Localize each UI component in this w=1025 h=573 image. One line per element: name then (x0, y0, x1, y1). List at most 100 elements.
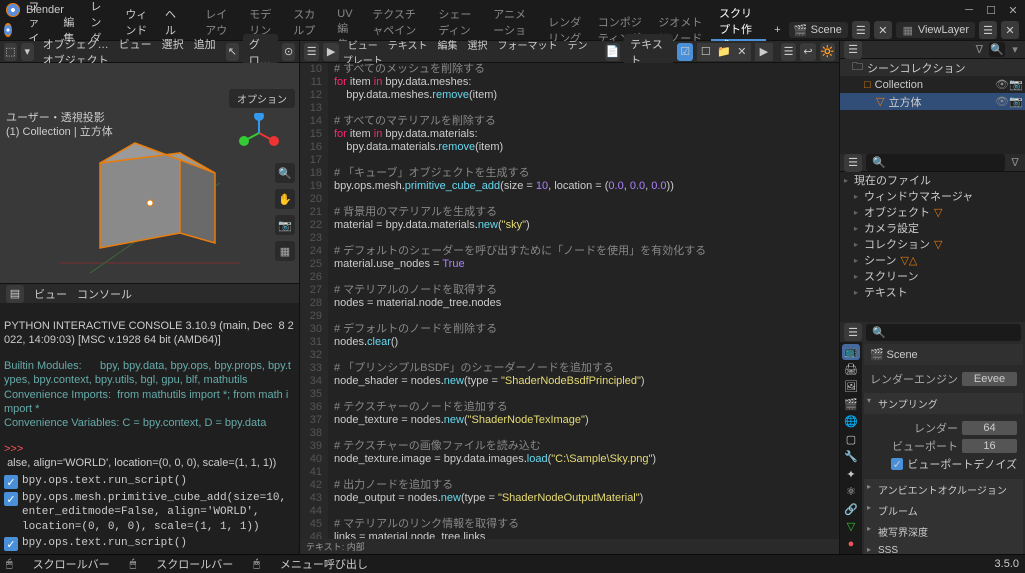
datablock-item[interactable]: カメラ設定 (840, 220, 1025, 236)
workspace-tab[interactable]: スクリプト作成 (711, 20, 766, 41)
camera-icon[interactable]: 📷 (275, 215, 295, 235)
render-samples[interactable]: 64 (962, 421, 1017, 435)
datablock-item[interactable]: オブジェクト ▽ (840, 204, 1025, 220)
status-menu: メニュー呼び出し (280, 556, 368, 572)
current-file[interactable]: 現在のファイル (840, 172, 1025, 188)
maximize-button[interactable]: ☐ (985, 4, 997, 16)
blender-icon[interactable] (4, 23, 12, 37)
viewlayer-delete-button[interactable]: ✕ (1001, 21, 1019, 39)
outliner-item[interactable]: □Collection👁📷 (840, 76, 1025, 93)
datablock-item[interactable]: ウィンドウマネージャ (840, 188, 1025, 204)
editor-type-3d[interactable]: ⬚ (4, 43, 17, 61)
props-panel[interactable]: アンビエントオクルージョン (864, 479, 1023, 500)
vp-footer-console[interactable]: コンソール (77, 286, 132, 302)
outliner-scene-collection[interactable]: 🗀 シーンコレクション (840, 59, 1025, 76)
cursor-icon[interactable]: ↖ (226, 43, 239, 61)
scene-delete-button[interactable]: ✕ (874, 21, 892, 39)
cube-mesh[interactable] (60, 123, 240, 273)
text-editor-type[interactable]: ☰ (304, 43, 319, 61)
object-tab[interactable]: ▢ (842, 432, 860, 448)
word-wrap-icon[interactable]: ↩ (800, 43, 815, 61)
scene-tab[interactable]: 🎬 (842, 397, 860, 413)
python-console[interactable]: PYTHON INTERACTIVE CONSOLE 3.10.9 (main,… (0, 303, 299, 471)
vp-menu-item[interactable]: ビュー (114, 39, 157, 51)
datablock-item[interactable]: テキスト (840, 284, 1025, 300)
datablock-item[interactable]: スクリーン (840, 268, 1025, 284)
outliner-search[interactable]: 🔍 (989, 42, 1005, 57)
mode-select[interactable]: ▾ (21, 43, 34, 61)
scene-breadcrumb[interactable]: Scene (886, 349, 917, 361)
editor-menu-item[interactable]: テキスト (383, 41, 433, 52)
props-type[interactable]: ☰ (844, 323, 862, 341)
open-text[interactable]: 📁 (715, 43, 733, 61)
datablock-item[interactable]: シーン ▽△ (840, 252, 1025, 268)
vp-menu-item[interactable]: 選択 (157, 39, 189, 51)
editor-menu-item[interactable]: 編集 (432, 41, 462, 52)
constraint-tab[interactable]: 🔗 (842, 502, 860, 518)
render-engine[interactable]: Eevee (962, 372, 1017, 386)
output-tab[interactable]: 🖨 (842, 362, 860, 378)
data-search[interactable]: 🔍 (866, 154, 1005, 171)
outliner-item[interactable]: ▽立方体👁📷 (840, 93, 1025, 110)
render-tab[interactable]: 📺 (842, 344, 860, 360)
mouse-icon: 🖱 (6, 558, 13, 571)
editor-menu-item[interactable]: フォーマット (492, 41, 562, 52)
physics-tab[interactable]: ⚛ (842, 484, 860, 500)
history-item[interactable]: ✓bpy.ops.text.run_script() (2, 473, 297, 490)
vp-menu-item[interactable]: オブジェク… (38, 39, 114, 51)
editor-menu-item[interactable]: ビュー (343, 41, 383, 52)
text-datablock-icon[interactable]: 📄 (605, 43, 620, 61)
viewlayer-tab[interactable]: 🖼 (842, 379, 860, 395)
text-editor[interactable]: 10# すべてのメッシュを削除する11for item in bpy.data.… (300, 63, 839, 539)
material-tab[interactable]: ● (842, 537, 860, 553)
data-api-type[interactable]: ☰ (844, 154, 862, 172)
pan-icon[interactable]: ✋ (275, 189, 295, 209)
data-tab[interactable]: ▽ (842, 519, 860, 535)
blender-icon (6, 3, 20, 17)
filter-icon[interactable]: ∇ (1009, 157, 1021, 169)
modifier-tab[interactable]: 🔧 (842, 449, 860, 465)
props-panel[interactable]: 被写界深度 (864, 521, 1023, 542)
datablock-item[interactable]: コレクション ▽ (840, 236, 1025, 252)
viewport-samples[interactable]: 16 (962, 439, 1017, 453)
props-search[interactable]: 🔍 (866, 324, 1021, 341)
filter-icon[interactable]: ∇ (973, 44, 985, 56)
editor-menu-item[interactable]: 選択 (462, 41, 492, 52)
scene-browse-button[interactable]: ☰ (852, 21, 870, 39)
viewlayer-new-button[interactable]: ☰ (979, 21, 997, 39)
viewlayer-selector[interactable]: ▦ ViewLayer (896, 22, 975, 38)
run-icon[interactable]: ▶ (323, 43, 338, 61)
unlink-text[interactable]: ✕ (733, 43, 751, 61)
zoom-icon[interactable]: 🔍 (275, 163, 295, 183)
vp-options[interactable]: オプション (229, 89, 295, 108)
history-item[interactable]: ✓bpy.ops.text.run_script() (2, 535, 297, 552)
play-script[interactable]: ▶ (755, 43, 773, 61)
new-collection-icon[interactable]: ▾ (1009, 44, 1021, 56)
status-scroll2: スクロールバー (156, 556, 233, 572)
persp-icon[interactable]: ▦ (275, 241, 295, 261)
history-item[interactable]: ✓bpy.ops.mesh.primitive_cube_add(size=10… (2, 490, 297, 535)
line-numbers-icon[interactable]: ☰ (781, 43, 796, 61)
3d-viewport[interactable]: オプション ユーザー・透視投影 (1) Collection | 立方体 🔍 (0, 63, 299, 283)
nav-gizmo[interactable] (239, 113, 279, 153)
scene-icon: 🎬 (870, 349, 884, 361)
minimize-button[interactable]: ─ (963, 4, 975, 16)
close-button[interactable]: ✕ (1007, 4, 1019, 16)
world-tab[interactable]: 🌐 (842, 414, 860, 430)
props-panel[interactable]: ブルーム (864, 500, 1023, 521)
viewport-denoise-check[interactable]: ✓ (891, 458, 903, 470)
console-type-icon[interactable]: ▤ (6, 285, 24, 303)
add-workspace[interactable]: + (766, 20, 788, 41)
outliner-type[interactable]: ☰ (844, 41, 862, 59)
sampling-panel[interactable]: サンプリング (864, 393, 1023, 414)
scene-selector[interactable]: 🎬 Scene (789, 22, 848, 38)
vp-footer-view[interactable]: ビュー (34, 286, 67, 302)
particle-tab[interactable]: ✦ (842, 467, 860, 483)
vp-menu-item[interactable]: 追加 (189, 39, 221, 51)
new-text[interactable]: ☐ (697, 43, 715, 61)
props-panel[interactable]: SSS (864, 542, 1023, 554)
snap-icon[interactable]: ⊙ (282, 43, 295, 61)
workspace-tab[interactable]: スカルプト (285, 20, 329, 41)
shield-icon[interactable]: ☑ (677, 43, 692, 61)
syntax-icon[interactable]: 🔆 (820, 43, 835, 61)
